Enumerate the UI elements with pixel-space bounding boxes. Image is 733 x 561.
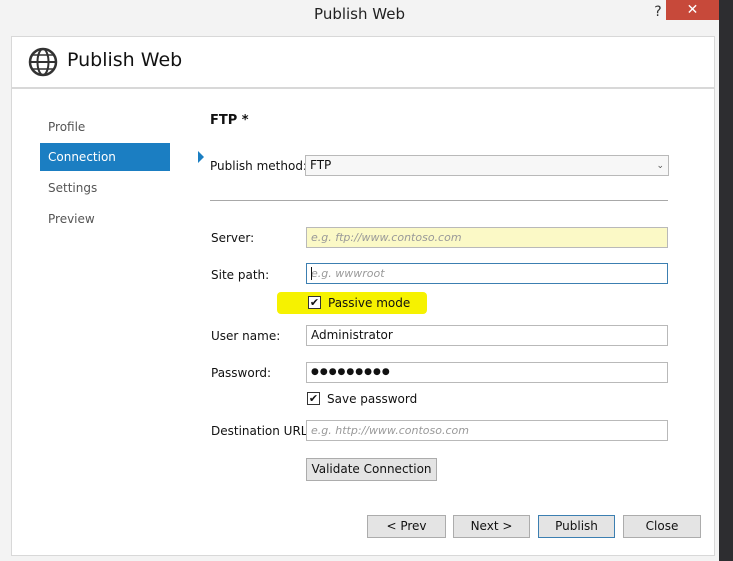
header-title: Publish Web — [67, 49, 183, 71]
active-pointer-icon — [198, 151, 204, 163]
nav-item-preview[interactable]: Preview — [40, 205, 170, 233]
dialog-header: Publish Web — [11, 36, 715, 88]
title-bar: Publish Web ? ✕ — [0, 0, 719, 30]
globe-icon — [28, 47, 58, 77]
nav-item-settings[interactable]: Settings — [40, 174, 170, 202]
chevron-down-icon: ⌄ — [656, 161, 664, 171]
save-password-label: Save password — [327, 392, 418, 406]
site-path-label: Site path: — [211, 268, 270, 282]
nav-item-label: Connection — [48, 150, 116, 164]
separator — [210, 200, 668, 201]
publish-button[interactable]: Publish — [538, 515, 615, 538]
server-input[interactable]: e.g. ftp://www.contoso.com — [306, 227, 668, 248]
publish-method-label: Publish method: — [210, 159, 307, 173]
password-label: Password: — [211, 366, 272, 380]
text-cursor — [311, 267, 312, 280]
close-button[interactable]: Close — [623, 515, 701, 538]
nav-item-profile[interactable]: Profile — [40, 113, 170, 141]
publish-method-select[interactable]: FTP ⌄ — [305, 155, 669, 176]
prev-button[interactable]: < Prev — [367, 515, 446, 538]
help-button[interactable]: ? — [648, 2, 668, 22]
user-name-label: User name: — [211, 329, 281, 343]
user-name-input[interactable]: Administrator — [306, 325, 668, 346]
passive-mode-label: Passive mode — [328, 296, 411, 310]
nav-item-connection[interactable]: Connection — [40, 143, 204, 171]
background-window-strip — [719, 0, 733, 561]
publish-web-dialog: Publish Web ? ✕ Publish Web Profile Conn… — [0, 0, 719, 561]
destination-url-label: Destination URL: — [211, 424, 312, 438]
next-button[interactable]: Next > — [453, 515, 530, 538]
validate-connection-button[interactable]: Validate Connection — [306, 458, 437, 481]
passive-mode-checkbox[interactable]: ✔ — [308, 296, 321, 309]
server-label: Server: — [211, 231, 255, 245]
save-password-checkbox[interactable]: ✔ — [307, 392, 320, 405]
site-path-input[interactable]: e.g. wwwroot — [306, 263, 668, 284]
section-title: FTP * — [210, 113, 249, 128]
window-close-button[interactable]: ✕ — [666, 0, 719, 20]
dialog-body: Profile Connection Settings Preview FTP … — [11, 88, 715, 556]
password-input[interactable]: ●●●●●●●●● — [306, 362, 668, 383]
publish-method-value: FTP — [310, 158, 332, 172]
destination-url-input[interactable]: e.g. http://www.contoso.com — [306, 420, 668, 441]
window-title: Publish Web — [314, 5, 405, 23]
